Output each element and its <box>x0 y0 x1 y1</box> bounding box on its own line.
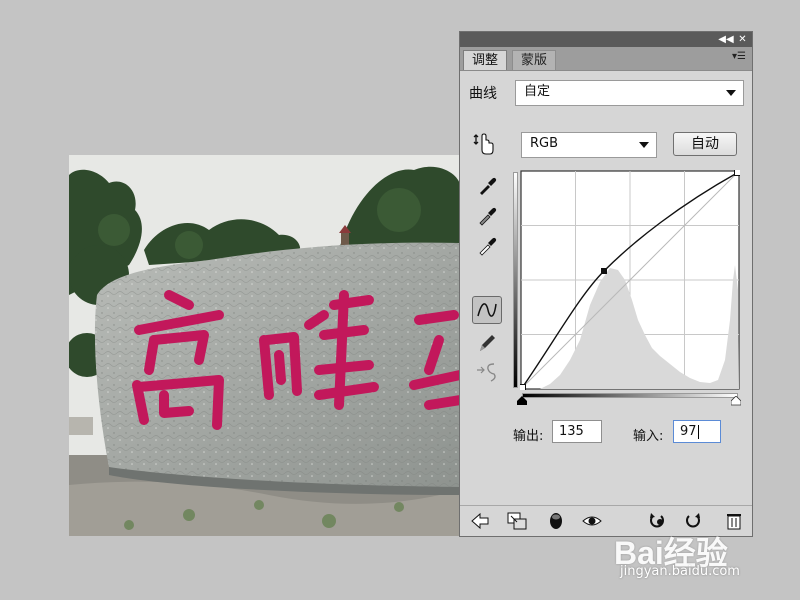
tab-masks[interactable]: 蒙版 <box>512 50 557 70</box>
layer-visibility-mask-icon[interactable] <box>546 512 566 530</box>
curve-point-end[interactable] <box>734 170 741 176</box>
photo-canvas <box>69 155 460 536</box>
close-icon[interactable]: ✕ <box>736 33 749 46</box>
curve-edit-icon[interactable] <box>472 296 502 324</box>
output-gradient-bar <box>513 172 518 388</box>
watermark-url: jingyan.baidu.com <box>620 564 740 579</box>
text-caret <box>697 424 699 439</box>
output-field[interactable]: 135 <box>552 420 602 443</box>
gray-point-eyedropper-icon[interactable] <box>475 204 499 228</box>
channel-dropdown[interactable]: RGB <box>521 132 657 158</box>
input-gradient-bar <box>522 393 738 398</box>
chevron-down-icon <box>639 142 649 148</box>
panel-menu-icon[interactable]: ▾☰ <box>732 51 746 62</box>
white-point-eyedropper-icon[interactable] <box>475 234 499 258</box>
black-point-eyedropper-icon[interactable] <box>475 174 499 198</box>
black-point-slider[interactable] <box>517 396 527 406</box>
panel-title-bar: ◀◀ ✕ <box>460 32 752 47</box>
curve-point-start[interactable] <box>520 384 526 391</box>
chevron-down-icon <box>726 90 736 96</box>
adjustments-panel: ◀◀ ✕ 调整 蒙版 ▾☰ 曲线 自定 RGB 自动 输出: 135 输入: 9… <box>459 31 753 537</box>
curve-point-selected[interactable] <box>601 268 607 274</box>
panel-tab-bar: 调整 蒙版 ▾☰ <box>460 47 752 71</box>
input-label: 输入: <box>633 429 664 444</box>
auto-button[interactable]: 自动 <box>673 132 737 156</box>
input-value: 97 <box>680 424 697 439</box>
back-arrow-icon[interactable] <box>470 512 490 530</box>
curves-label: 曲线 <box>469 86 497 102</box>
double-chevron-right-icon[interactable]: ◀◀ <box>718 33 734 46</box>
on-image-adjust-icon[interactable] <box>472 132 496 156</box>
preset-value: 自定 <box>524 84 551 99</box>
white-point-slider[interactable] <box>731 396 741 406</box>
output-label: 输出: <box>513 429 544 444</box>
tab-adjustments[interactable]: 调整 <box>463 50 508 70</box>
rock-photo <box>69 155 460 536</box>
pencil-draw-icon[interactable] <box>475 331 499 355</box>
baidu-jingyan-watermark: Bai经验 jingyan.baidu.com <box>614 528 794 588</box>
input-field[interactable]: 97 <box>673 420 721 443</box>
output-value: 135 <box>559 424 584 439</box>
clip-to-layer-icon[interactable] <box>507 512 527 530</box>
smooth-curve-icon[interactable] <box>475 360 499 384</box>
eye-icon[interactable] <box>582 512 602 530</box>
channel-value: RGB <box>530 136 559 151</box>
preset-dropdown[interactable]: 自定 <box>515 80 744 106</box>
curves-graph[interactable] <box>520 170 740 390</box>
